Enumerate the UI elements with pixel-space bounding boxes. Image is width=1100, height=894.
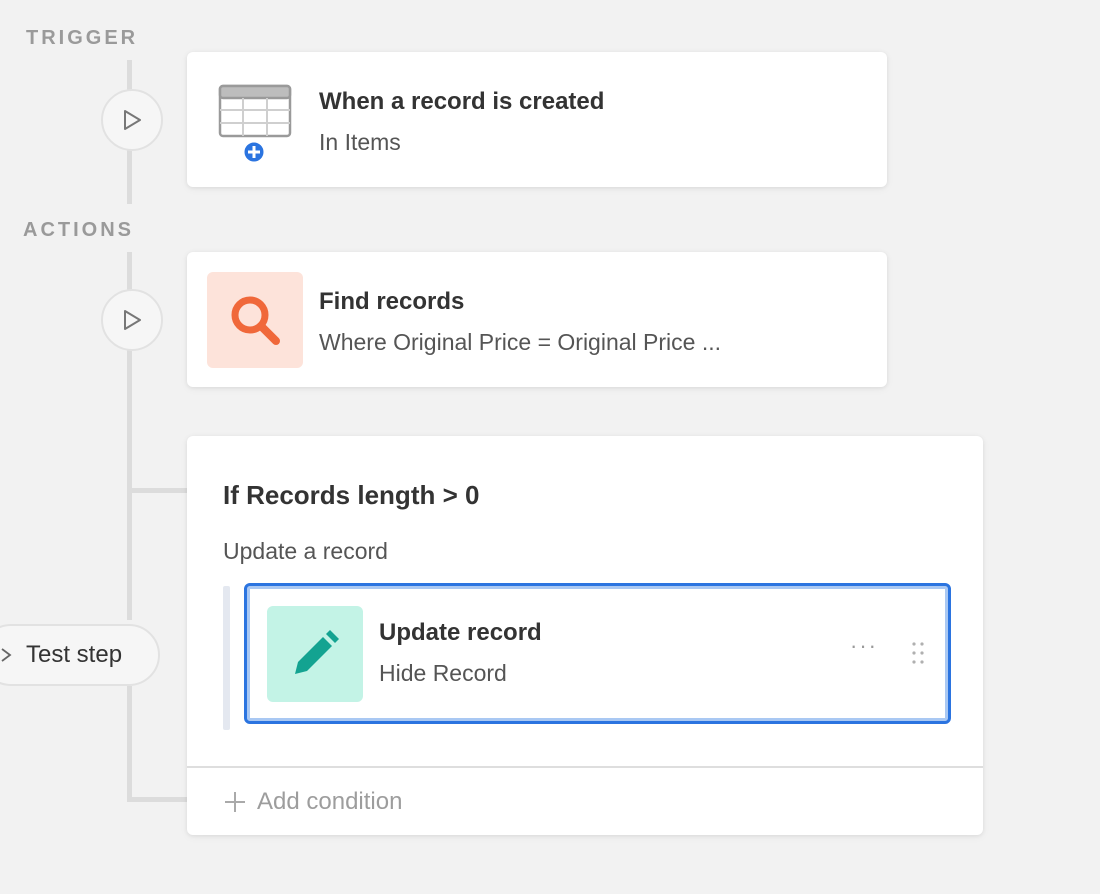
trigger-title: When a record is created [319, 88, 605, 115]
branch-indicator [223, 586, 230, 730]
run-trigger-button[interactable] [101, 89, 163, 151]
add-condition-label: Add condition [257, 788, 403, 815]
find-records-icon-tile [207, 272, 303, 368]
table-plus-icon [218, 84, 292, 165]
test-step-button[interactable]: Test step [0, 624, 160, 686]
condition-card: If Records length > 0 Update a record Up… [187, 436, 983, 835]
update-record-subtitle: Hide Record [379, 660, 507, 686]
add-condition-button[interactable]: Add condition [223, 788, 402, 816]
play-icon [124, 110, 141, 130]
search-icon [231, 296, 280, 345]
branch-connector [127, 488, 187, 493]
more-options-icon[interactable]: ··· [850, 633, 878, 659]
play-icon [124, 310, 141, 330]
connector-line [127, 60, 132, 90]
play-icon [1, 648, 12, 662]
divider [187, 766, 983, 768]
connector-line [127, 150, 132, 204]
test-step-label: Test step [26, 641, 123, 668]
drag-handle-icon[interactable] [911, 641, 925, 665]
connector-line [127, 686, 132, 802]
find-records-title: Find records [319, 288, 465, 315]
connector-line [127, 252, 132, 290]
run-find-step-button[interactable] [101, 289, 163, 351]
trigger-subtitle: In Items [319, 129, 401, 155]
connector-line [127, 350, 132, 620]
find-records-card[interactable]: Find records Where Original Price = Orig… [187, 252, 887, 387]
plus-icon [225, 792, 245, 812]
branch-label: Update a record [223, 538, 388, 564]
condition-title[interactable]: If Records length > 0 [223, 480, 479, 511]
find-records-subtitle: Where Original Price = Original Price ..… [319, 329, 721, 355]
actions-section-label: ACTIONS [23, 219, 134, 241]
trigger-card[interactable]: When a record is created In Items [187, 52, 887, 187]
update-record-step-card[interactable]: Update record Hide Record ··· [244, 583, 951, 724]
branch-connector [127, 797, 187, 802]
pencil-icon [295, 630, 339, 674]
update-record-title: Update record [379, 619, 542, 646]
update-record-icon-tile [267, 606, 363, 702]
trigger-section-label: TRIGGER [26, 27, 139, 49]
